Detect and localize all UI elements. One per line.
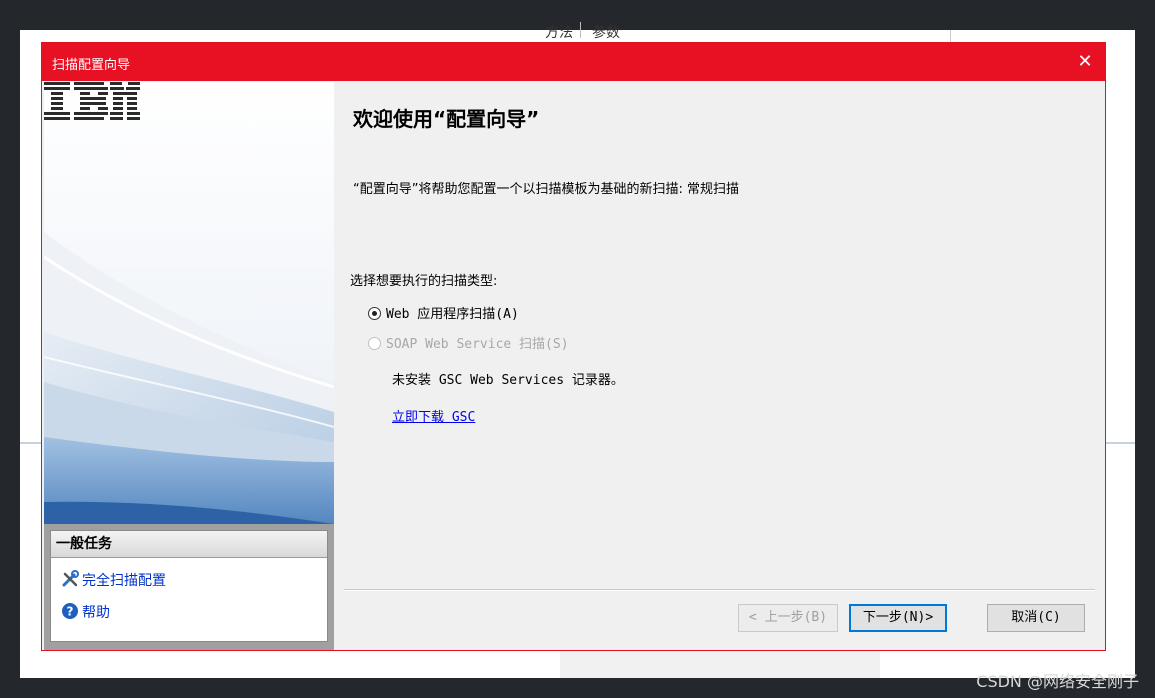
- help-label: 帮助: [82, 605, 110, 621]
- cancel-button[interactable]: 取消(C): [987, 604, 1085, 632]
- tools-icon: [61, 570, 79, 588]
- background-table-header: 方法 参数: [520, 20, 640, 42]
- back-button: < 上一步(B): [738, 604, 838, 632]
- gsc-not-installed-note: 未安装 GSC Web Services 记录器。: [392, 373, 624, 388]
- background-header-method: 方法: [545, 25, 573, 41]
- full-scan-config-link[interactable]: 完全扫描配置: [61, 570, 166, 590]
- close-icon[interactable]: ✕: [1065, 43, 1105, 81]
- help-icon: ?: [61, 602, 79, 620]
- background-rule-right: [1106, 442, 1135, 444]
- scan-type-prompt: 选择想要执行的扫描类型:: [350, 274, 498, 289]
- web-app-scan-label: Web 应用程序扫描(A): [386, 307, 519, 322]
- background-graphic: [560, 650, 880, 678]
- soap-scan-radio: [368, 337, 381, 350]
- wizard-description: “配置向导”将帮助您配置一个以扫描模板为基础的新扫描: 常规扫描: [353, 182, 739, 197]
- soap-scan-option: SOAP Web Service 扫描(S): [368, 333, 569, 352]
- next-button[interactable]: 下一步(N)>: [849, 604, 947, 632]
- background-header-params: 参数: [592, 25, 620, 41]
- background-header-divider: [580, 22, 581, 38]
- download-gsc-link[interactable]: 立即下载 GSC: [392, 406, 475, 425]
- dialog-title: 扫描配置向导: [52, 58, 131, 73]
- tasks-header: 一般任务: [51, 531, 327, 558]
- csdn-watermark: CSDN @网络安全刚子: [976, 672, 1139, 691]
- banner-swoosh-graphic: [44, 82, 334, 524]
- background-rule-left: [20, 442, 42, 444]
- dialog-titlebar[interactable]: 扫描配置向导 ✕: [42, 43, 1105, 81]
- wizard-heading: 欢迎使用“配置向导”: [353, 107, 540, 131]
- ibm-logo: [44, 82, 140, 120]
- web-app-scan-radio[interactable]: [368, 307, 381, 320]
- web-app-scan-option[interactable]: Web 应用程序扫描(A): [368, 303, 519, 322]
- scan-config-wizard-dialog: 扫描配置向导 ✕ 一般任务 完全扫描配置 ? 帮助 欢迎使用“配置向导” “配置…: [41, 42, 1106, 651]
- full-scan-config-label: 完全扫描配置: [82, 573, 166, 589]
- button-separator: [344, 589, 1095, 591]
- wizard-banner: [44, 82, 334, 524]
- wizard-content: 欢迎使用“配置向导” “配置向导”将帮助您配置一个以扫描模板为基础的新扫描: 常…: [334, 82, 1105, 650]
- soap-scan-label: SOAP Web Service 扫描(S): [386, 337, 569, 352]
- general-tasks-panel: 一般任务 完全扫描配置 ? 帮助: [50, 530, 328, 642]
- svg-text:?: ?: [67, 605, 74, 619]
- help-link[interactable]: ? 帮助: [61, 602, 110, 622]
- left-panel: 一般任务 完全扫描配置 ? 帮助: [44, 82, 334, 650]
